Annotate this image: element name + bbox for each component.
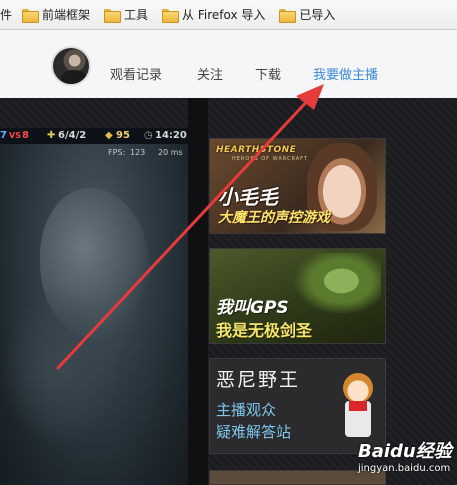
- folder-icon: [22, 8, 40, 23]
- game-hud: 7 VS 8 ✚ 6/4/2 ◆ 95 ◷ 14:20: [0, 128, 188, 144]
- hearthstone-logo-sub: HEROES OF WARCRAFT: [232, 156, 308, 162]
- hud-time: 14:20: [155, 130, 187, 141]
- folder-icon: [162, 8, 180, 23]
- cartoon-mascot: [337, 373, 377, 447]
- user-avatar[interactable]: [51, 46, 91, 86]
- nav-download[interactable]: 下载: [255, 64, 281, 83]
- sword-icon: ✚: [47, 130, 56, 141]
- folder-icon: [279, 8, 297, 23]
- hearthstone-logo: HEARTHSTONE: [216, 145, 297, 155]
- main-content: 7 VS 8 ✚ 6/4/2 ◆ 95 ◷ 14:20 FPS: 123 20 …: [0, 98, 457, 485]
- bookmark-item-partial[interactable]: 件: [0, 6, 12, 23]
- watermark-url: jingyan.baidu.com: [358, 463, 451, 474]
- mascot-head: [343, 373, 373, 403]
- site-header: 观看记录 关注 下载 我要做主播: [0, 30, 457, 98]
- mascot-scarf: [349, 401, 367, 411]
- bookmark-folder-frameworks[interactable]: 前端框架: [22, 6, 90, 23]
- gold-icon: ◆: [105, 130, 113, 141]
- hud-vs: VS: [9, 131, 21, 140]
- bookmark-label: 从 Firefox 导入: [182, 8, 266, 22]
- watermark-logo: Baidu经验: [358, 441, 452, 462]
- folder-icon: [104, 8, 122, 23]
- hud-score-right: 8: [22, 130, 29, 141]
- banner-subtitle: 大魔王的声控游戏: [218, 210, 330, 226]
- nav-watch-history[interactable]: 观看记录: [110, 64, 162, 83]
- hud-gold: 95: [116, 130, 130, 141]
- panel-divider: [188, 98, 208, 485]
- fps-value: 123: [130, 148, 146, 157]
- bookmark-folder-tools[interactable]: 工具: [104, 6, 148, 23]
- banner-line2: 我是无极剑圣: [216, 321, 313, 340]
- bookmarks-bar: 件 前端框架 工具 从 Firefox 导入 已导入: [0, 0, 457, 30]
- bookmark-label: 工具: [124, 8, 149, 22]
- baidu-watermark: Baidu经验 jingyan.baidu.com: [358, 437, 454, 481]
- fps-label: FPS:: [108, 148, 126, 157]
- ping-value: 20 ms: [158, 148, 183, 157]
- nav-become-streamer[interactable]: 我要做主播: [313, 64, 378, 83]
- clock-icon: ◷: [144, 130, 153, 141]
- nav-follow[interactable]: 关注: [197, 64, 223, 83]
- banner-hearthstone[interactable]: HEARTHSTONE HEROES OF WARCRAFT 小毛毛 大魔王的声…: [209, 138, 386, 234]
- hud-kda: 6/4/2: [58, 130, 87, 141]
- hud-score-left: 7: [0, 130, 7, 141]
- scene-shadow: [0, 288, 120, 448]
- banner-line2: 疑难解答站: [216, 423, 292, 441]
- bookmark-label: 已导入: [299, 8, 336, 22]
- bookmark-label: 件: [0, 8, 13, 22]
- live-stream-player[interactable]: 7 VS 8 ✚ 6/4/2 ◆ 95 ◷ 14:20 FPS: 123 20 …: [0, 128, 188, 485]
- bookmark-folder-firefox-import[interactable]: 从 Firefox 导入: [162, 6, 265, 23]
- banner-title: 恶尼野王: [216, 369, 301, 391]
- hero-artwork: [293, 253, 381, 315]
- bookmark-folder-imported[interactable]: 已导入: [279, 6, 335, 23]
- banner-title: 小毛毛: [218, 185, 278, 209]
- banner-line1: 我叫GPS: [216, 298, 289, 318]
- banner-line1: 主播观众: [216, 401, 277, 419]
- banner-gps[interactable]: 我叫GPS 我是无极剑圣: [209, 248, 386, 344]
- bookmark-label: 前端框架: [42, 8, 91, 22]
